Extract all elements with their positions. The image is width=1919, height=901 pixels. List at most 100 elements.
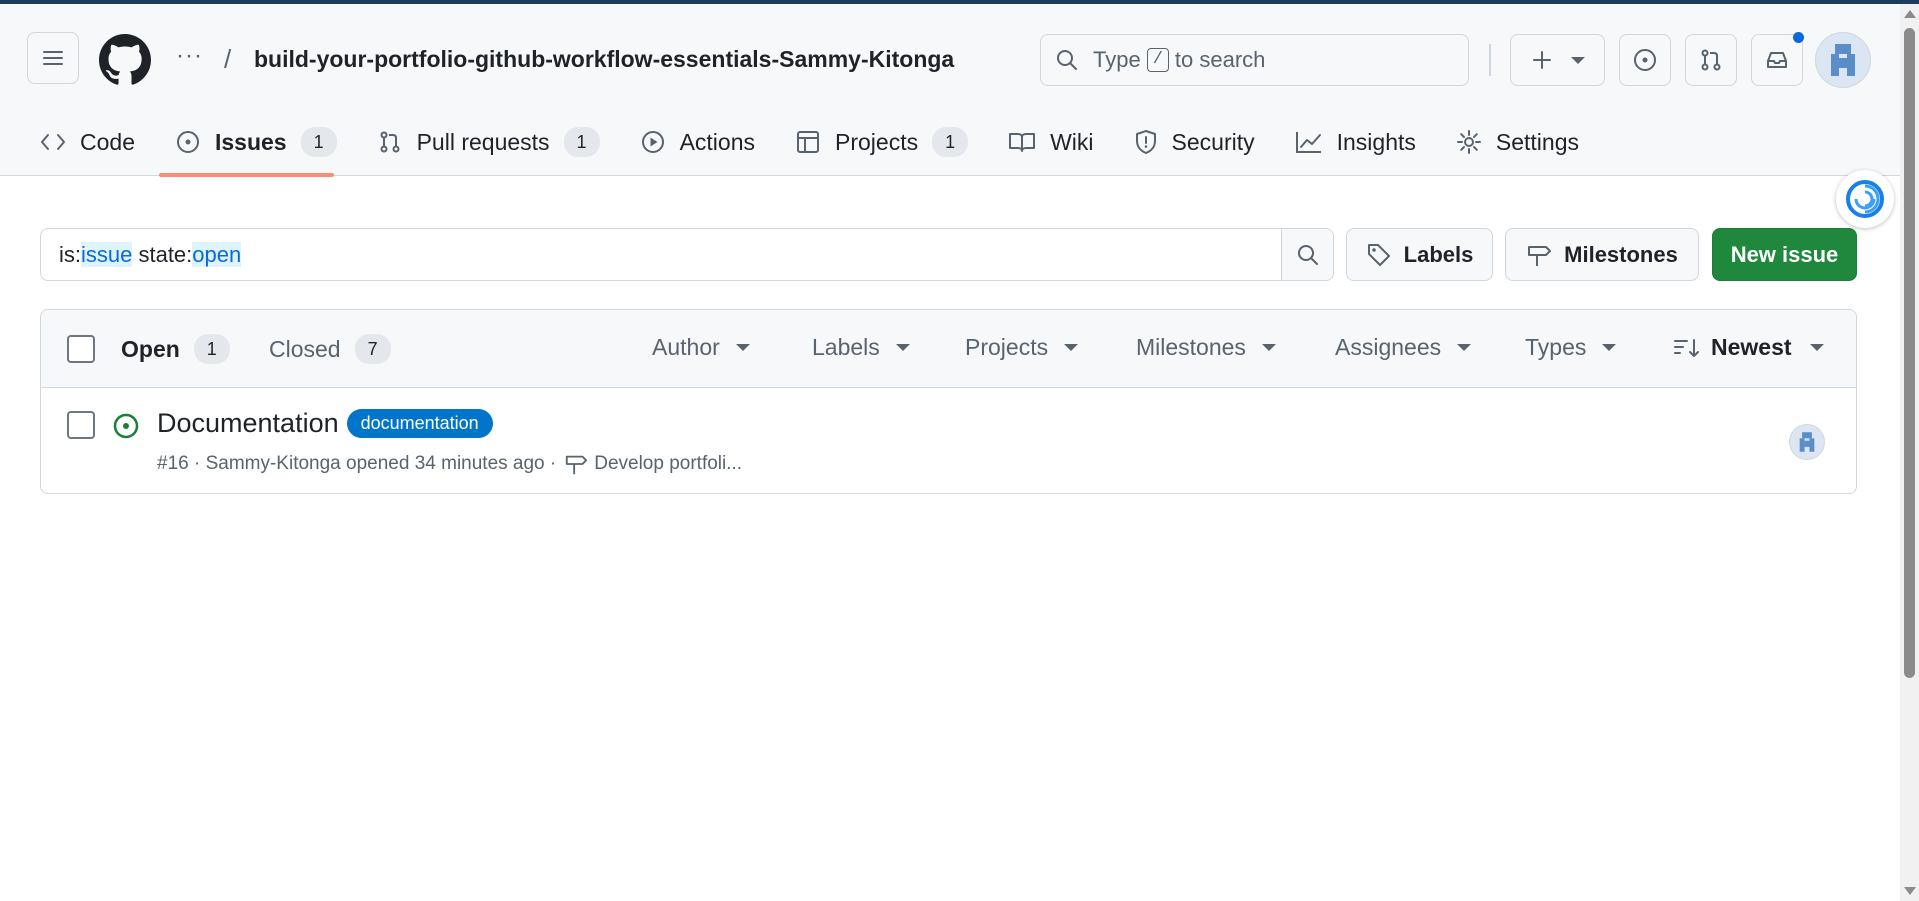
tab-security[interactable]: Security xyxy=(1134,129,1255,156)
scroll-up-arrow-icon[interactable] xyxy=(1904,10,1916,18)
issue-search-button[interactable] xyxy=(1281,229,1333,280)
filter-label: Labels xyxy=(812,334,880,360)
closed-issues-toggle[interactable]: Closed 7 xyxy=(269,334,391,364)
tab-issues[interactable]: Issues 1 xyxy=(175,127,337,157)
tab-label: Settings xyxy=(1495,128,1579,155)
milestones-filter[interactable]: Milestones xyxy=(1136,334,1276,361)
query-token: is: xyxy=(59,241,81,267)
tab-counter: 1 xyxy=(563,127,600,157)
issue-meta: #16 · Sammy-Kitonga opened 34 minutes ag… xyxy=(157,452,742,476)
chevron-down-icon xyxy=(1457,344,1472,351)
pull-requests-button[interactable] xyxy=(1685,34,1737,86)
chevron-down-icon xyxy=(1570,56,1585,64)
issue-search-field[interactable]: is:issue state:open xyxy=(40,228,1334,281)
repo-header: ··· / build-your-portfolio-github-workfl… xyxy=(0,4,1900,177)
tab-code[interactable]: Code xyxy=(40,129,135,156)
filter-label: Milestones xyxy=(1136,334,1246,360)
issue-checkbox[interactable] xyxy=(67,411,95,439)
filter-label: Types xyxy=(1525,334,1587,360)
issue-open-icon xyxy=(113,413,139,439)
pull-request-icon xyxy=(1701,49,1721,71)
issue-title-wrap: Documentation documentation xyxy=(157,408,493,439)
filter-label: Author xyxy=(652,334,720,360)
issue-row[interactable]: Documentation documentation #16 · Sammy-… xyxy=(41,388,1856,493)
milestones-button[interactable]: Milestones xyxy=(1505,228,1699,281)
scrollbar-thumb[interactable] xyxy=(1904,28,1915,678)
issues-button[interactable] xyxy=(1619,34,1671,86)
tab-actions[interactable]: Actions xyxy=(640,129,755,156)
sort-menu[interactable]: Newest xyxy=(1673,334,1824,361)
repo-tabs: Code Issues 1 Pull requests 1 Actions Pr… xyxy=(40,122,1619,162)
tab-pull-requests[interactable]: Pull requests 1 xyxy=(377,127,600,157)
chevron-down-icon xyxy=(1261,344,1276,351)
tab-label: Insights xyxy=(1336,128,1416,155)
sort-label: Newest xyxy=(1711,334,1792,360)
types-filter[interactable]: Types xyxy=(1525,334,1617,361)
new-issue-button[interactable]: New issue xyxy=(1712,228,1857,281)
tab-projects[interactable]: Projects 1 xyxy=(795,127,969,157)
tab-label: Issues xyxy=(214,128,287,155)
tab-label: Wiki xyxy=(1050,128,1094,155)
query-token-highlight: open xyxy=(192,241,242,267)
tab-counter: 1 xyxy=(932,127,969,157)
search-icon xyxy=(1297,244,1318,265)
issue-milestone-link[interactable]: Develop portfoli... xyxy=(594,453,742,475)
notification-dot xyxy=(1793,32,1804,43)
pull-request-icon xyxy=(380,131,400,153)
milestone-icon xyxy=(566,455,588,475)
play-icon xyxy=(641,131,664,153)
labels-filter[interactable]: Labels xyxy=(812,334,910,361)
tab-wiki[interactable]: Wiki xyxy=(1008,128,1094,156)
repo-name-link[interactable]: build-your-portfolio-github-workflow-ess… xyxy=(254,46,954,73)
issue-list: Open 1 Closed 7 Author Labels Projects M… xyxy=(40,309,1857,494)
filter-label: Projects xyxy=(965,334,1049,360)
browser-extension-icon[interactable] xyxy=(1836,170,1894,228)
tab-label: Actions xyxy=(679,128,755,155)
open-counter: 1 xyxy=(193,334,230,364)
projects-filter[interactable]: Projects xyxy=(965,334,1079,361)
tab-settings[interactable]: Settings xyxy=(1456,129,1579,156)
user-avatar[interactable] xyxy=(1815,32,1871,88)
query-token: state: xyxy=(132,241,193,267)
tab-insights[interactable]: Insights xyxy=(1295,129,1416,156)
breadcrumb-more[interactable]: ··· xyxy=(176,42,203,70)
github-logo-icon[interactable] xyxy=(99,34,151,86)
sort-desc-icon xyxy=(1674,338,1699,357)
page-scrollbar[interactable] xyxy=(1900,4,1919,901)
chevron-down-icon xyxy=(1602,344,1617,351)
hamburger-icon xyxy=(43,51,63,65)
chevron-down-icon xyxy=(1064,344,1079,351)
issue-opened-icon xyxy=(176,131,199,153)
author-filter[interactable]: Author xyxy=(652,334,750,361)
breadcrumb-separator: / xyxy=(224,44,232,74)
active-tab-underline xyxy=(159,173,334,177)
search-shortcut-key: / xyxy=(1146,48,1169,72)
milestones-button-label: Milestones xyxy=(1564,241,1678,267)
open-label: Open xyxy=(121,335,180,362)
labels-button-label: Labels xyxy=(1403,241,1474,267)
issue-title-link[interactable]: Documentation xyxy=(157,408,339,439)
menu-button[interactable] xyxy=(27,32,79,84)
tab-label: Code xyxy=(80,128,135,155)
swirl-icon xyxy=(1846,180,1884,218)
tab-label: Security xyxy=(1171,128,1255,155)
create-new-button[interactable] xyxy=(1510,34,1605,86)
global-search-input[interactable]: Type / to search xyxy=(1040,34,1469,86)
scroll-down-arrow-icon[interactable] xyxy=(1904,887,1916,895)
assignees-filter[interactable]: Assignees xyxy=(1335,334,1472,361)
chevron-down-icon xyxy=(895,344,910,351)
issue-query[interactable]: is:issue state:open xyxy=(41,241,1281,268)
open-issues-toggle[interactable]: Open 1 xyxy=(121,334,230,364)
chevron-down-icon xyxy=(735,344,750,351)
tab-label: Pull requests xyxy=(416,128,550,155)
assignee-avatar[interactable] xyxy=(1789,424,1825,460)
tag-icon xyxy=(1367,243,1390,266)
plus-icon xyxy=(1532,51,1551,69)
milestone-icon xyxy=(1528,245,1552,266)
select-all-checkbox[interactable] xyxy=(67,335,95,363)
labels-button[interactable]: Labels xyxy=(1346,228,1493,281)
gear-icon xyxy=(1456,130,1481,154)
issue-label-pill[interactable]: documentation xyxy=(346,409,493,438)
chevron-down-icon xyxy=(1809,344,1824,351)
issue-list-header: Open 1 Closed 7 Author Labels Projects M… xyxy=(41,310,1856,388)
